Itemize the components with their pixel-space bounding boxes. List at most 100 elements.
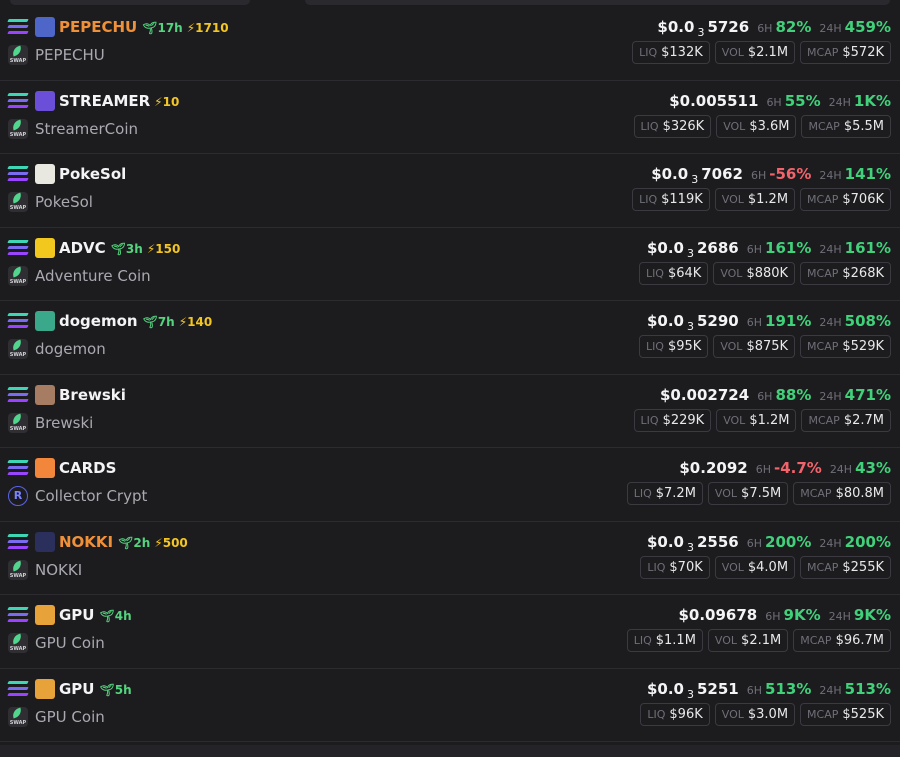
volume-pill: VOL $875K — [713, 335, 796, 358]
token-symbol[interactable]: ADVC — [59, 239, 106, 257]
change-24h: 508% — [844, 312, 891, 330]
streamer-token-icon — [35, 90, 55, 111]
volume-pill: VOL $3.0M — [714, 702, 796, 726]
token-row[interactable]: SWAP GPU 🌱︎5h GPU Coin $0.0 3 5251 6H 513% 24H 513… — [0, 669, 900, 742]
token-symbol-group[interactable]: CARDS — [59, 459, 116, 477]
lightning-icon: ⚡︎ — [154, 94, 163, 109]
swap-icon: SWAP — [8, 706, 28, 727]
token-symbol-group[interactable]: PokeSol — [59, 165, 126, 183]
token-row[interactable]: SWAP PEPECHU 🌱︎17h ⚡︎1710 PEPECHU $0.0 3 5726 6H… — [0, 7, 900, 81]
token-name: dogemon — [35, 340, 106, 358]
price-change-line: $0.2092 6H -4.7% 24H 43% — [679, 458, 891, 477]
timeframe-6h-label: 6H — [746, 536, 763, 550]
price-change-line: $0.0 3 7062 6H -56% 24H 141% — [651, 164, 891, 186]
lightning-icon: ⚡︎ — [146, 241, 156, 256]
price-zero-count: 3 — [697, 26, 705, 39]
marketcap-pill: MCAP $529K — [800, 335, 891, 358]
token-list: SWAP PEPECHU 🌱︎17h ⚡︎1710 PEPECHU $0.0 3 5726 6H… — [0, 7, 900, 742]
liquidity-pill: LIQ $1.1M — [626, 629, 703, 652]
token-symbol-group[interactable]: PEPECHU 🌱︎17h ⚡︎1710 — [59, 18, 229, 36]
boost-badge: ⚡︎10 — [154, 94, 180, 109]
price-zero-count: 3 — [691, 173, 699, 186]
volume-pill: VOL $1.2M — [716, 408, 797, 432]
token-row[interactable]: SWAP Brewski Brewski $0.002724 6H 88% 24H 471% L… — [0, 375, 900, 448]
token-symbol[interactable]: GPU — [59, 606, 95, 624]
timeframe-6h-label: 6H — [746, 316, 763, 329]
token-symbol-group[interactable]: ADVC 🌱︎3h ⚡︎150 — [59, 239, 180, 257]
marketcap-pill: MCAP $255K — [800, 555, 891, 579]
sprout-icon: 🌱︎ — [142, 21, 158, 35]
change-24h: 43% — [855, 459, 891, 477]
token-price: $0.0 3 7062 — [651, 165, 743, 186]
change-24h: 471% — [844, 385, 891, 404]
token-symbol[interactable]: PokeSol — [59, 165, 126, 183]
price-zero-count: 3 — [687, 540, 694, 554]
token-symbol-group[interactable]: STREAMER ⚡︎10 — [59, 92, 179, 110]
boost-badge: ⚡︎500 — [154, 535, 188, 550]
token-row[interactable]: R CARDS Collector Crypt $0.2092 6H -4.7% 24H 43… — [0, 448, 900, 522]
stats-group: LIQ $326K VOL $3.6M MCAP $5.5M — [633, 114, 891, 138]
token-symbol[interactable]: GPU — [59, 680, 95, 698]
change-24h: 9K% — [853, 606, 891, 624]
volume-pill: VOL $4.0M — [714, 555, 796, 579]
token-price: $0.0 3 5726 — [657, 18, 750, 39]
solana-icon — [7, 239, 29, 255]
boost-badge: ⚡︎150 — [146, 241, 181, 256]
timeframe-6h-label: 6H — [746, 683, 763, 697]
token-price: $0.0 3 5251 — [646, 679, 739, 701]
token-symbol[interactable]: Brewski — [59, 386, 126, 404]
token-symbol-group[interactable]: dogemon 🌱︎7h ⚡︎140 — [59, 312, 212, 330]
solana-icon — [7, 313, 29, 328]
liquidity-pill: LIQ $7.2M — [626, 482, 703, 505]
liquidity-pill: LIQ $132K — [632, 41, 710, 64]
solana-icon — [7, 460, 29, 475]
sprout-icon: 🌱︎ — [99, 682, 115, 697]
token-symbol[interactable]: STREAMER — [59, 92, 150, 110]
nokki-token-icon — [35, 531, 55, 552]
token-row[interactable]: SWAP STREAMER ⚡︎10 StreamerCoin $0.005511 6H 5… — [0, 81, 900, 154]
stats-group: LIQ $95K VOL $875K MCAP $529K — [638, 335, 891, 358]
boost-badge: ⚡︎1710 — [186, 21, 229, 35]
price-zero-count: 3 — [687, 246, 694, 260]
sprout-icon: 🌱︎ — [118, 535, 134, 550]
solana-icon — [7, 166, 29, 181]
token-name: PokeSol — [35, 193, 93, 211]
change-6h: 200% — [765, 532, 812, 551]
token-symbol-group[interactable]: NOKKI 🌱︎2h ⚡︎500 — [59, 533, 188, 551]
price-change-line: $0.005511 6H 55% 24H 1K% — [669, 91, 891, 110]
bottom-toolbar-fragment — [0, 745, 900, 757]
token-name: StreamerCoin — [35, 119, 138, 138]
timeframe-24h-label: 24H — [819, 169, 842, 182]
token-row[interactable]: SWAP GPU 🌱︎4h GPU Coin $0.09678 6H 9K% 24H 9K% LI… — [0, 595, 900, 669]
token-price: $0.002724 — [659, 385, 750, 404]
timeframe-24h-label: 24H — [819, 242, 842, 256]
token-row[interactable]: SWAP NOKKI 🌱︎2h ⚡︎500 NOKKI $0.0 3 2556 6H 200% 24… — [0, 522, 900, 595]
stats-group: LIQ $70K VOL $4.0M MCAP $255K — [640, 555, 891, 579]
sprout-icon: 🌱︎ — [110, 241, 126, 256]
token-symbol[interactable]: NOKKI — [59, 533, 113, 551]
swap-icon: SWAP — [8, 45, 28, 65]
volume-pill: VOL $3.6M — [716, 114, 797, 138]
swap-icon: SWAP — [8, 192, 28, 212]
timeframe-6h-label: 6H — [750, 169, 767, 182]
solana-icon — [7, 386, 29, 402]
marketcap-pill: MCAP $5.5M — [801, 114, 891, 138]
token-name: NOKKI — [35, 560, 83, 579]
token-symbol[interactable]: dogemon — [59, 312, 138, 330]
top-toolbar-fragment — [10, 0, 250, 5]
change-6h: 513% — [765, 679, 812, 698]
token-symbol[interactable]: CARDS — [59, 459, 116, 477]
change-24h: 161% — [844, 238, 891, 257]
token-row[interactable]: SWAP ADVC 🌱︎3h ⚡︎150 Adventure Coin $0.0 3 2686… — [0, 228, 900, 301]
advc-token-icon — [35, 237, 55, 258]
token-row[interactable]: SWAP PokeSol PokeSol $0.0 3 7062 6H -56% 24H 141%… — [0, 154, 900, 228]
token-row[interactable]: SWAP dogemon 🌱︎7h ⚡︎140 dogemon $0.0 3 5290 6H 19… — [0, 301, 900, 375]
change-6h: 191% — [765, 312, 812, 330]
change-24h: 200% — [844, 532, 891, 551]
token-symbol-group[interactable]: GPU 🌱︎5h — [59, 680, 132, 698]
token-symbol-group[interactable]: Brewski — [59, 386, 126, 404]
timeframe-24h-label: 24H — [819, 536, 842, 550]
marketcap-pill: MCAP $525K — [800, 702, 891, 726]
token-symbol-group[interactable]: GPU 🌱︎4h — [59, 606, 132, 624]
token-symbol[interactable]: PEPECHU — [59, 18, 137, 36]
